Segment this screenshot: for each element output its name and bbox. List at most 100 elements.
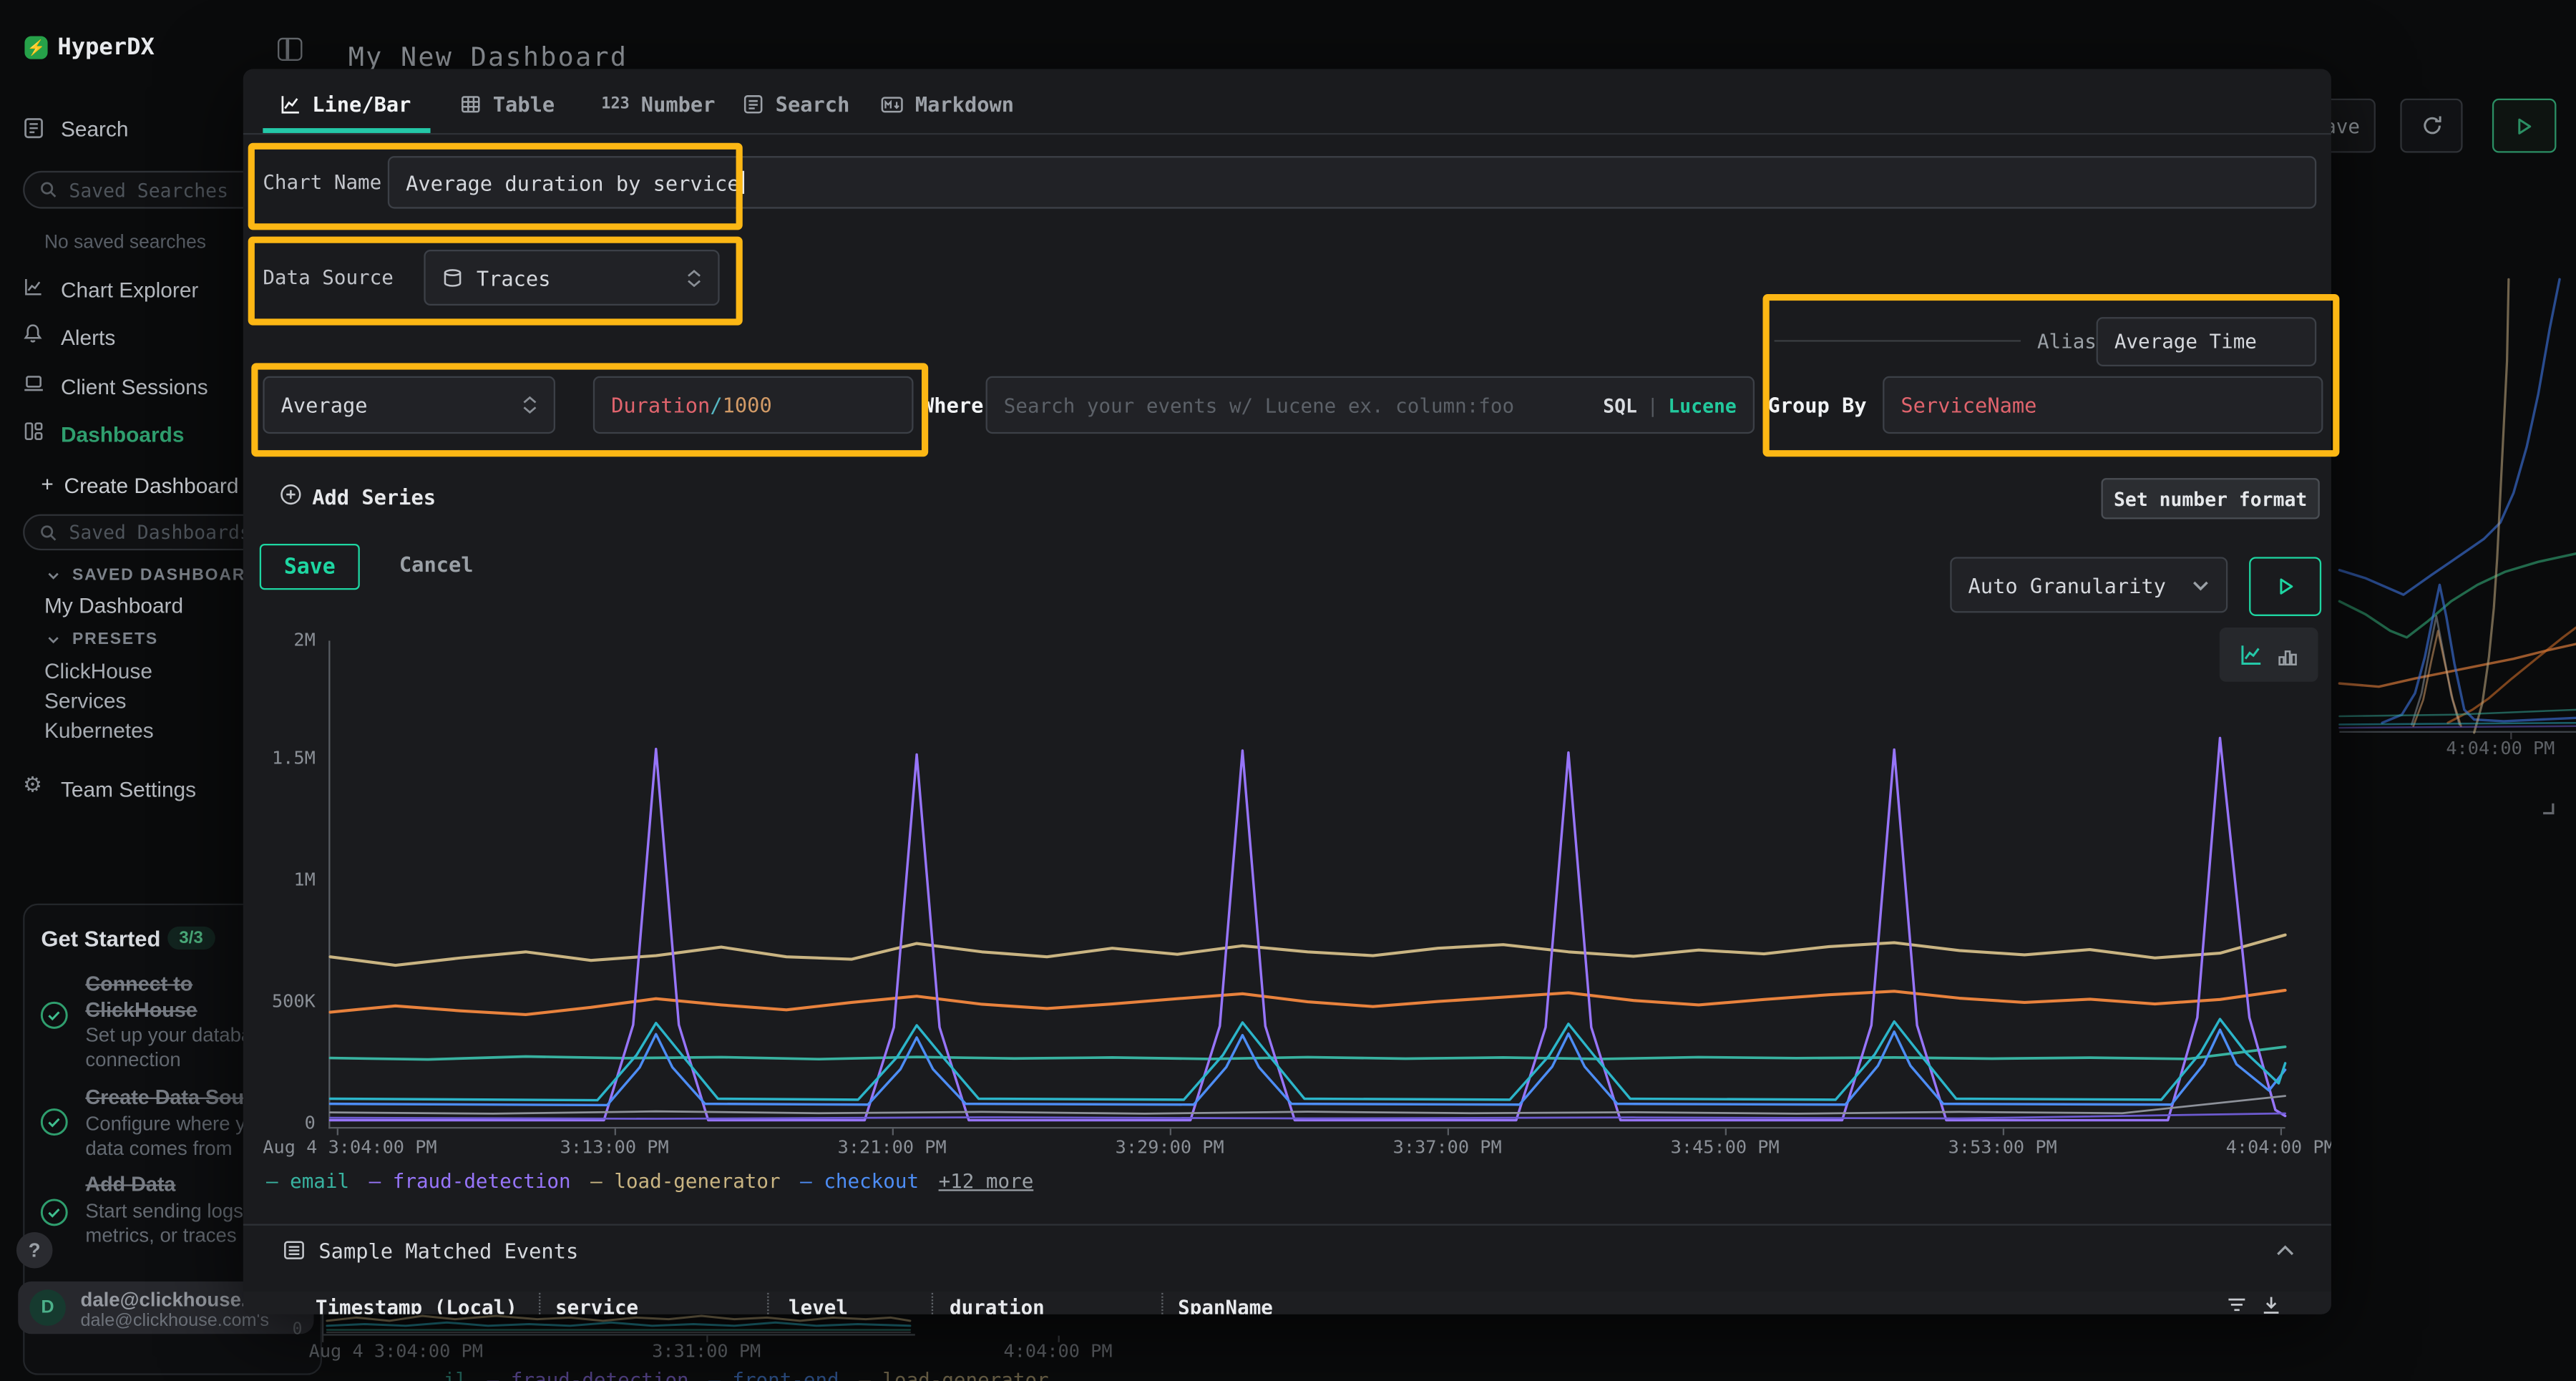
sidebar-item-kubernetes[interactable]: Kubernetes	[44, 718, 154, 742]
cancel-button[interactable]: Cancel	[399, 544, 474, 587]
save-button[interactable]: Save	[260, 544, 360, 590]
chevron-down-icon	[2192, 579, 2210, 590]
y-tick-label: 1.5M	[243, 749, 316, 769]
get-started-badge: 3/3	[167, 927, 215, 950]
sidebar-item-dashboards[interactable]: Dashboards	[23, 419, 236, 445]
underlying-right-xtick: 4:04:00 PM	[2419, 739, 2576, 759]
underlying-y-zero: 0	[293, 1321, 303, 1339]
saved-searches-placeholder: Saved Searches	[69, 178, 228, 201]
section-label: SAVED DASHBOARDS	[72, 567, 271, 585]
help-button[interactable]: ?	[16, 1232, 53, 1269]
duration-chart-plot[interactable]	[328, 640, 2285, 1128]
mode-lucene[interactable]: Lucene	[1668, 394, 1736, 416]
x-tick-label: 3:53:00 PM	[1921, 1138, 2085, 1158]
no-saved-searches-text: No saved searches	[44, 233, 206, 253]
alias-label: Alias	[2037, 317, 2097, 366]
tab-markdown[interactable]: Markdown	[881, 92, 1014, 117]
column-separator[interactable]	[932, 1293, 933, 1314]
resize-handle-icon[interactable]	[2542, 801, 2555, 814]
aggregation-select[interactable]: Average	[263, 376, 555, 434]
underlying-xtick: 4:04:00 PM	[960, 1342, 1157, 1362]
set-number-format-button[interactable]: Set number format	[2101, 478, 2319, 519]
sidebar-item-label: Client Sessions	[61, 374, 208, 399]
sidebar-item-my-dashboard[interactable]: My Dashboard	[44, 593, 183, 618]
chart-run-button[interactable]	[2249, 557, 2321, 616]
add-series-button[interactable]: Add Series	[279, 483, 477, 509]
granularity-select[interactable]: Auto Granularity	[1950, 557, 2228, 613]
chart-name-input[interactable]: Average duration by service	[388, 156, 2316, 208]
data-source-select[interactable]: Traces	[424, 250, 719, 306]
where-placeholder: Search your events w/ Lucene ex. column:…	[1004, 394, 1514, 416]
laptop-icon	[23, 373, 44, 394]
check-circle-icon	[39, 1107, 69, 1136]
help-icon: ?	[29, 1239, 41, 1262]
database-icon	[442, 267, 464, 288]
tab-label: Markdown	[915, 92, 1014, 117]
legend-item-fraud-detection[interactable]: — fraud-detection	[369, 1170, 571, 1193]
legend-more-link[interactable]: +12 more	[939, 1170, 1034, 1193]
chevron-up-down-icon	[687, 268, 702, 286]
dashboard-run-button[interactable]	[2492, 99, 2557, 153]
column-header-duration[interactable]: duration	[950, 1296, 1045, 1314]
sidebar-item-alerts[interactable]: Alerts	[23, 322, 236, 348]
tab-table[interactable]: Table	[460, 92, 555, 117]
sidebar-item-clickhouse[interactable]: ClickHouse	[44, 659, 152, 683]
legend-item-email[interactable]: — email	[266, 1170, 349, 1193]
check-circle-icon	[39, 1000, 69, 1030]
number-123-icon: 123	[601, 95, 629, 113]
expression-input[interactable]: Duration/1000	[593, 376, 914, 434]
group-by-input[interactable]: ServiceName	[1883, 376, 2323, 434]
refresh-button[interactable]	[2400, 99, 2462, 153]
y-tick-label: 2M	[243, 631, 316, 651]
section-presets[interactable]: PRESETS	[46, 629, 259, 649]
download-icon[interactable]	[2260, 1294, 2282, 1314]
alias-input[interactable]: Average Time	[2097, 317, 2317, 366]
column-header-spanname[interactable]: SpanName	[1178, 1296, 1273, 1314]
table-icon	[460, 94, 482, 115]
add-series-label: Add Series	[312, 484, 436, 509]
column-separator[interactable]	[539, 1293, 540, 1314]
sidebar-item-search[interactable]: Search	[23, 115, 236, 142]
check-circle-icon	[39, 1198, 69, 1227]
sidebar-item-label: Search	[61, 117, 129, 141]
chevron-down-icon	[46, 568, 61, 583]
dashboards-icon	[23, 421, 44, 442]
sidebar-item-team-settings[interactable]: ⚙ Team Settings	[23, 774, 253, 800]
search-icon	[39, 523, 57, 541]
chart-legend: — email — fraud-detection — load-generat…	[266, 1170, 1033, 1193]
line-chart-icon	[279, 94, 301, 115]
sidebar-item-chart-explorer[interactable]: Chart Explorer	[23, 274, 236, 301]
column-header-level[interactable]: level	[789, 1296, 848, 1314]
sidebar-item-client-sessions[interactable]: Client Sessions	[23, 371, 236, 398]
create-dashboard-button[interactable]: + Create Dashboard	[41, 472, 254, 496]
sidebar-toggle-icon[interactable]	[278, 38, 302, 61]
tab-line-bar[interactable]: Line/Bar	[279, 92, 411, 117]
legend-item-load-generator[interactable]: — load-generator	[590, 1170, 780, 1193]
legend-item-checkout[interactable]: — checkout	[800, 1170, 919, 1193]
mode-sql[interactable]: SQL	[1603, 394, 1637, 416]
y-tick-label: 1M	[243, 871, 316, 891]
column-header-service[interactable]: service	[555, 1296, 638, 1314]
play-icon	[2276, 577, 2294, 597]
plus-icon: +	[41, 472, 53, 496]
column-header-timestamp[interactable]: Timestamp (Local)	[316, 1296, 517, 1314]
step-title[interactable]: Connect to ClickHouse	[85, 971, 258, 1023]
filter-icon[interactable]	[2226, 1296, 2248, 1314]
avatar: D	[29, 1289, 66, 1326]
where-search-input[interactable]: Search your events w/ Lucene ex. column:…	[986, 376, 1755, 434]
sidebar-item-services[interactable]: Services	[44, 688, 126, 713]
column-separator[interactable]	[1161, 1293, 1163, 1314]
tab-search[interactable]: Search	[743, 92, 850, 117]
tab-label: Search	[776, 92, 850, 117]
x-tick-label: 3:29:00 PM	[1088, 1138, 1252, 1158]
x-tick-label: Aug 4 3:04:00 PM	[263, 1138, 436, 1158]
collapse-chevron-up-icon[interactable]	[2275, 1244, 2296, 1256]
duration-chart-canvas	[330, 640, 2285, 1127]
x-tick-label: 3:13:00 PM	[532, 1138, 697, 1158]
column-separator[interactable]	[767, 1293, 769, 1314]
tab-number[interactable]: 123 Number	[601, 92, 715, 117]
app-viewport: ⚡ HyperDX My New Dashboard Save Search S…	[0, 0, 2576, 1381]
gear-icon: ⚙	[23, 774, 42, 798]
chart-name-label: Chart Name	[263, 156, 381, 208]
section-saved-dashboards[interactable]: SAVED DASHBOARDS	[46, 565, 259, 585]
